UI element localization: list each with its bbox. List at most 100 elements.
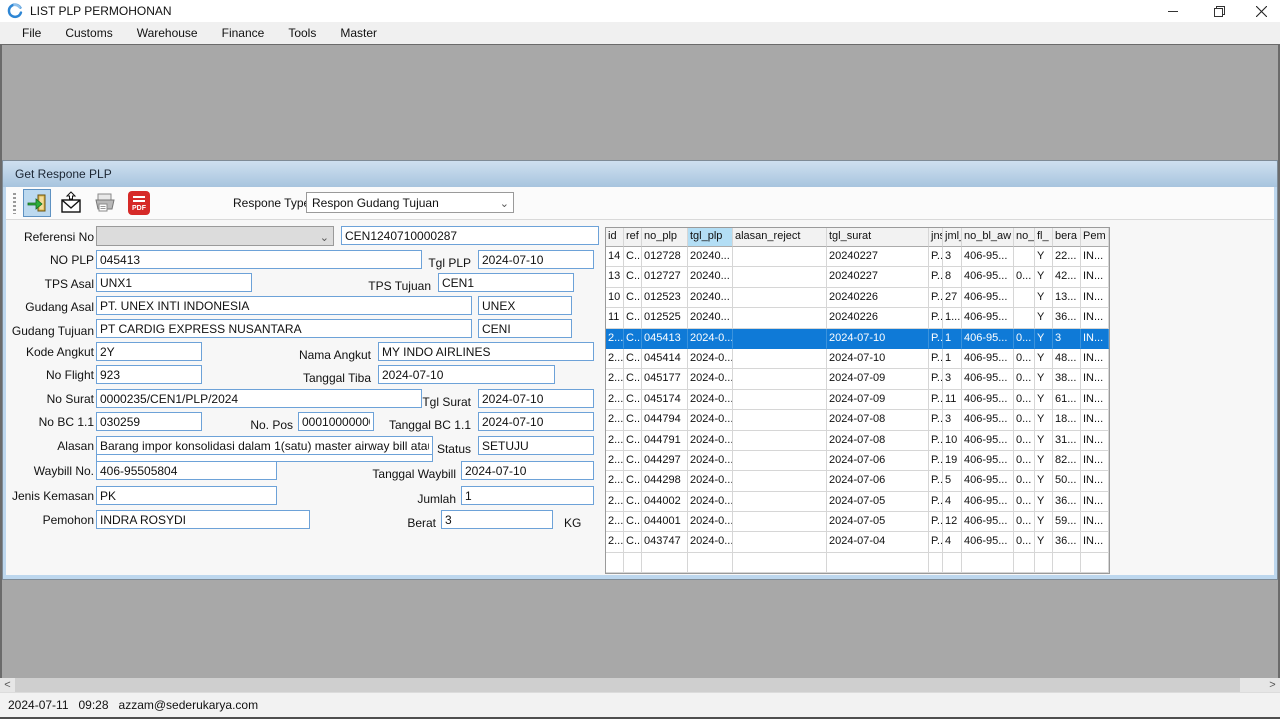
grid-cell[interactable]: 406-95... (962, 512, 1014, 532)
grid-cell[interactable] (733, 512, 827, 532)
menu-finance[interactable]: Finance (210, 23, 277, 43)
grid-cell[interactable]: 0... (1014, 349, 1035, 369)
grid-cell[interactable]: P... (929, 512, 943, 532)
respone-type-combo[interactable]: Respon Gudang Tujuan ⌄ (306, 192, 514, 213)
grid-cell[interactable]: Y (1035, 369, 1053, 389)
grid-cell[interactable]: 4 (943, 532, 962, 552)
grid-cell[interactable]: C... (624, 267, 642, 287)
grid-cell[interactable]: IN... (1081, 369, 1109, 389)
grid-cell[interactable]: 27 (943, 288, 962, 308)
grid-cell[interactable] (733, 247, 827, 267)
scrollbar-track[interactable] (1240, 678, 1265, 692)
grid-cell[interactable]: 13... (1053, 288, 1081, 308)
tanggal-bc11-input[interactable] (478, 412, 594, 431)
grid-cell[interactable]: 10 (943, 431, 962, 451)
grid-cell[interactable]: 012523 (642, 288, 688, 308)
grid-cell[interactable]: P... (929, 532, 943, 552)
grid-cell[interactable]: 0... (1014, 369, 1035, 389)
grid-cell[interactable]: 0... (1014, 410, 1035, 430)
dialog-titlebar[interactable]: Get Respone PLP (3, 161, 1277, 187)
grid-cell[interactable]: 20240... (688, 267, 733, 287)
grid-cell[interactable]: 20240226 (827, 288, 929, 308)
column-header-Pem[interactable]: Pem (1081, 228, 1109, 247)
grid-row[interactable]: 2...C...0442982024-0...2024-07-06P...540… (606, 471, 1109, 491)
grid-cell[interactable]: 22... (1053, 247, 1081, 267)
column-header-id[interactable]: id (606, 228, 624, 247)
grid-cell[interactable]: 3 (943, 369, 962, 389)
grid-cell[interactable]: 044298 (642, 471, 688, 491)
grid-cell[interactable]: 5 (943, 471, 962, 491)
tps-asal-input[interactable] (96, 273, 252, 292)
grid-cell[interactable] (733, 329, 827, 349)
grid-cell[interactable]: C... (624, 308, 642, 328)
grid-cell[interactable]: 2024-0... (688, 512, 733, 532)
grid-cell[interactable]: 42... (1053, 267, 1081, 287)
grid-cell[interactable]: 59... (1053, 512, 1081, 532)
grid-cell[interactable]: 045177 (642, 369, 688, 389)
column-header-bera[interactable]: bera (1053, 228, 1081, 247)
grid-cell[interactable] (606, 553, 624, 573)
grid-cell[interactable] (1014, 553, 1035, 573)
grid-cell[interactable]: 36... (1053, 492, 1081, 512)
grid-cell[interactable]: P... (929, 349, 943, 369)
grid-cell[interactable]: 50... (1053, 471, 1081, 491)
tanggal-waybill-input[interactable] (461, 461, 594, 480)
tps-tujuan-input[interactable] (438, 273, 574, 292)
grid-cell[interactable] (827, 553, 929, 573)
grid-cell[interactable]: 406-95... (962, 390, 1014, 410)
grid-cell[interactable]: 2... (606, 349, 624, 369)
column-header-ref[interactable]: ref (624, 228, 642, 247)
grid-cell[interactable]: 2024-07-06 (827, 471, 929, 491)
pemohon-input[interactable] (96, 510, 310, 529)
grid-cell[interactable]: 2024-07-08 (827, 431, 929, 451)
grid-cell[interactable]: 2024-0... (688, 410, 733, 430)
grid-cell[interactable]: IN... (1081, 451, 1109, 471)
grid-cell[interactable]: P... (929, 247, 943, 267)
menu-customs[interactable]: Customs (53, 23, 124, 43)
tgl-surat-input[interactable] (478, 389, 594, 408)
grid-cell[interactable]: 2024-0... (688, 492, 733, 512)
grid-row[interactable]: 10C...01252320240...20240226P...27406-95… (606, 288, 1109, 308)
gudang-tujuan-code-input[interactable] (478, 319, 572, 338)
grid-row[interactable]: 2...C...0447912024-0...2024-07-08P...104… (606, 431, 1109, 451)
grid-cell[interactable]: P... (929, 410, 943, 430)
column-header-no_bl_aw[interactable]: no_bl_aw (962, 228, 1014, 247)
horizontal-scrollbar[interactable]: < > (0, 678, 1280, 692)
grid-cell[interactable]: 044794 (642, 410, 688, 430)
grid-cell[interactable]: 2... (606, 431, 624, 451)
grid-cell[interactable]: 2... (606, 492, 624, 512)
grid-cell[interactable]: IN... (1081, 308, 1109, 328)
grid-cell[interactable]: C... (624, 247, 642, 267)
grid-cell[interactable]: 13 (606, 267, 624, 287)
grid-row[interactable]: 2...C...0437472024-0...2024-07-04P...440… (606, 532, 1109, 552)
grid-cell[interactable]: 31... (1053, 431, 1081, 451)
grid-cell[interactable] (962, 553, 1014, 573)
grid-cell[interactable]: 0... (1014, 329, 1035, 349)
grid-cell[interactable]: IN... (1081, 349, 1109, 369)
grid-cell[interactable]: 0... (1014, 451, 1035, 471)
nama-angkut-input[interactable] (378, 342, 594, 361)
grid-cell[interactable]: 19 (943, 451, 962, 471)
grid-cell[interactable]: 406-95... (962, 267, 1014, 287)
jenis-kemasan-input[interactable] (96, 486, 277, 505)
grid-cell[interactable] (733, 492, 827, 512)
grid-row[interactable]: 2...C...0440012024-0...2024-07-05P...124… (606, 512, 1109, 532)
grid-cell[interactable]: C... (624, 492, 642, 512)
grid-cell[interactable] (1053, 553, 1081, 573)
grid-cell[interactable]: 406-95... (962, 492, 1014, 512)
grid-cell[interactable]: 2... (606, 410, 624, 430)
grid-cell[interactable]: 0... (1014, 532, 1035, 552)
grid-row[interactable]: 2...C...0440022024-0...2024-07-05P...440… (606, 492, 1109, 512)
grid-cell[interactable]: P... (929, 390, 943, 410)
tgl-plp-input[interactable] (478, 250, 594, 269)
grid-cell[interactable]: IN... (1081, 431, 1109, 451)
grid-cell[interactable]: C... (624, 532, 642, 552)
grid-cell[interactable]: Y (1035, 247, 1053, 267)
grid-cell[interactable]: C... (624, 329, 642, 349)
grid-cell[interactable]: 0... (1014, 390, 1035, 410)
grid-cell[interactable]: 0... (1014, 267, 1035, 287)
grid-cell[interactable] (733, 267, 827, 287)
alasan-input[interactable] (96, 436, 433, 455)
grid-cell[interactable]: 4 (943, 492, 962, 512)
grid-cell[interactable]: 045413 (642, 329, 688, 349)
